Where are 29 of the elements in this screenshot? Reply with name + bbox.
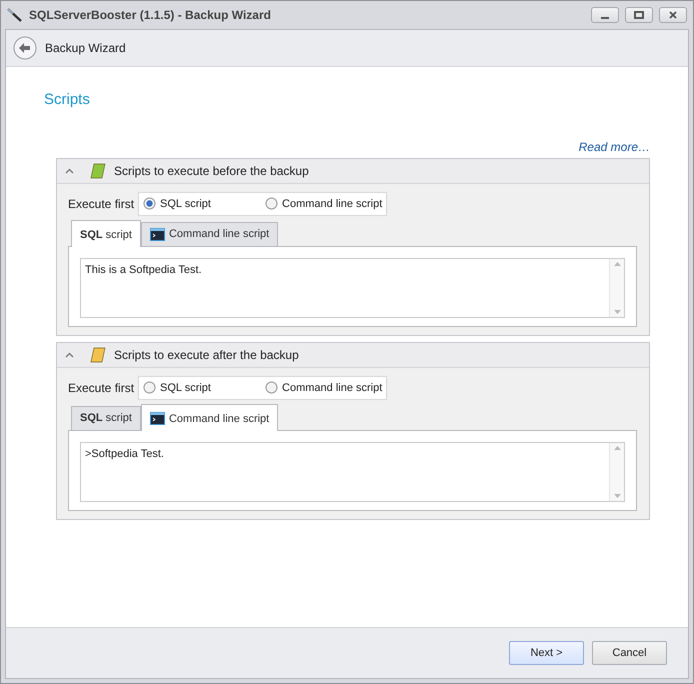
group-title: Scripts to execute after the backup (114, 346, 299, 364)
radio-button[interactable]: Command line script (265, 380, 382, 396)
tab[interactable]: Command line script (140, 222, 278, 246)
radio-button[interactable]: Command line script (265, 196, 382, 212)
maximize-button[interactable] (625, 7, 653, 23)
wizard-title: Backup Wizard (45, 40, 126, 57)
window-title: SQLServerBooster (1.1.5) - Backup Wizard (29, 7, 272, 24)
group-title: Scripts to execute before the backup (114, 162, 309, 180)
collapse-icon[interactable] (65, 168, 74, 174)
field-label: Execute first (68, 196, 134, 213)
field-label: Execute first (68, 380, 134, 397)
maximize-icon (634, 11, 644, 19)
console-icon (150, 412, 165, 426)
read-more-link[interactable]: Read more… (578, 140, 650, 154)
close-button[interactable] (659, 7, 687, 23)
tab[interactable]: Command line script (140, 404, 278, 430)
collapse-icon[interactable] (65, 352, 74, 358)
close-icon (668, 11, 678, 19)
page-title: Scripts (44, 90, 91, 110)
tab[interactable]: SQL script (71, 406, 141, 430)
minimize-button[interactable] (591, 7, 619, 23)
radio-button[interactable]: SQL script (143, 196, 256, 212)
tab[interactable]: SQL script (71, 220, 141, 246)
cancel-button[interactable]: Cancel (592, 641, 667, 665)
radio-button[interactable]: SQL script (143, 380, 256, 396)
console-icon (150, 228, 165, 241)
back-button[interactable] (13, 36, 37, 60)
next-button[interactable]: Next > (509, 641, 584, 665)
app-icon (7, 8, 23, 22)
